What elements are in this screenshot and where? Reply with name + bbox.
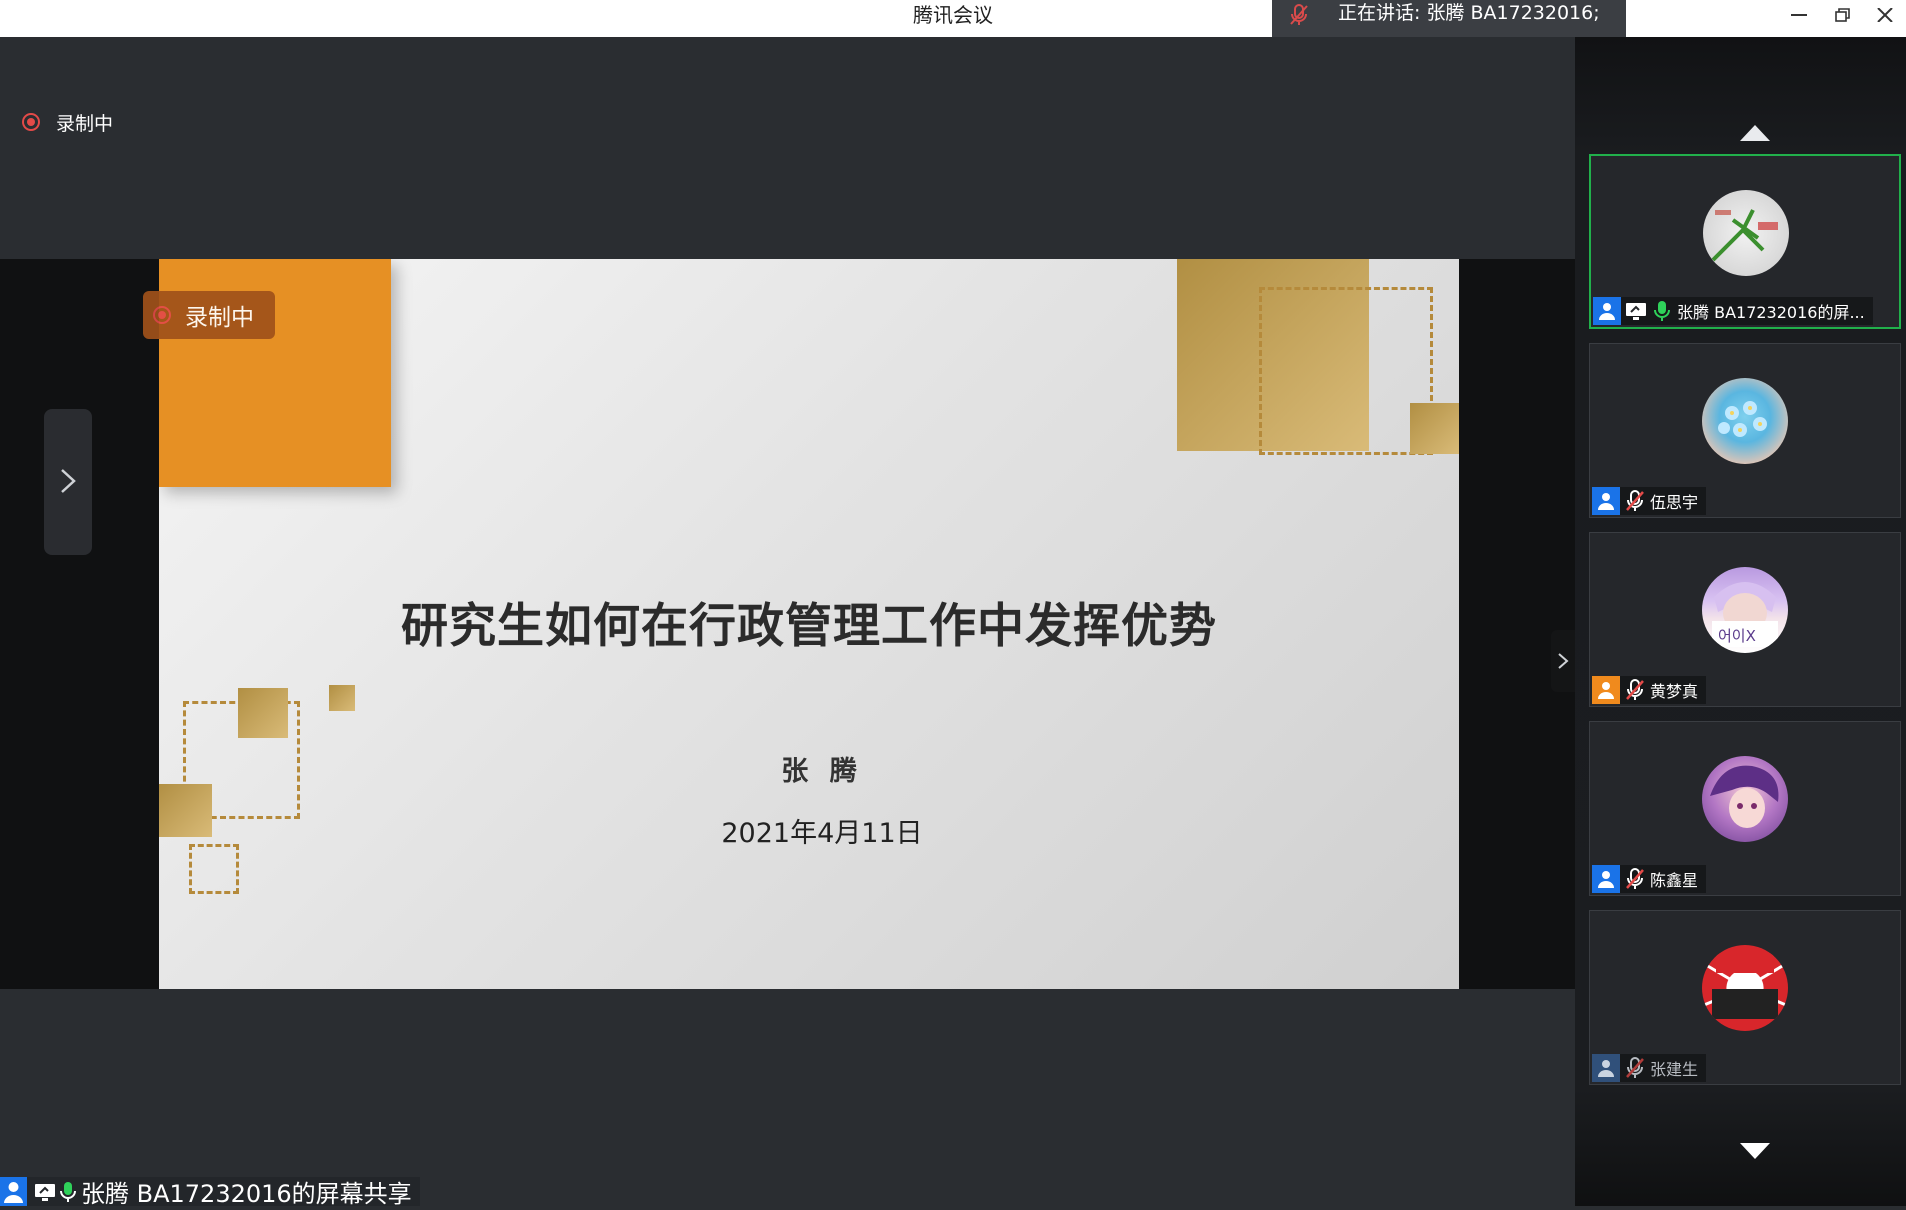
flowers-avatar	[1702, 378, 1788, 464]
scroll-up-icon[interactable]	[1740, 125, 1770, 143]
mic-icon	[1654, 301, 1670, 321]
expand-toolbar-button[interactable]	[44, 409, 92, 555]
user-badge	[1592, 865, 1620, 893]
participant-name-bar: 伍思宇	[1592, 487, 1707, 515]
scroll-down-icon[interactable]	[1740, 1143, 1770, 1161]
muted-mic-icon	[1290, 4, 1308, 25]
mic-icon	[60, 1181, 76, 1202]
slide-decoration-gold	[1410, 403, 1459, 454]
participant-panel: 张腾 BA17232016的屏... 伍思宇 어이X 黄梦真 陈鑫星 张建生	[1575, 37, 1906, 1206]
participant-tile[interactable]: 伍思宇	[1589, 343, 1901, 518]
muted-mic-icon	[1626, 868, 1644, 889]
participant-tile[interactable]: 张腾 BA17232016的屏...	[1589, 154, 1901, 329]
participant-tile[interactable]: 어이X 黄梦真	[1589, 532, 1901, 707]
slide-decoration-dashed	[189, 844, 239, 894]
user-icon	[1598, 682, 1614, 699]
close-icon	[1877, 8, 1893, 22]
slide-recording-label: 录制中	[185, 305, 254, 331]
record-icon	[153, 306, 171, 324]
user-icon	[1598, 1060, 1614, 1077]
slide-decoration-gold	[238, 688, 288, 738]
user-icon	[4, 1182, 23, 1203]
user-icon	[1598, 871, 1614, 888]
screen-share-icon	[35, 1183, 55, 1201]
main-stage: 录制中 研究生如何在行政管理工作中发挥优势 张 腾 2021年4月11日 录制中…	[0, 37, 1575, 1208]
sharer-name: 张腾 BA17232016的屏幕共享	[81, 1180, 412, 1208]
participant-name-bar: 陈鑫星	[1592, 865, 1707, 893]
speaking-text: 正在讲话: 张腾 BA17232016;	[1338, 2, 1600, 24]
mantis-avatar	[1703, 190, 1789, 276]
participant-name: 陈鑫星	[1650, 871, 1699, 890]
user-badge	[1592, 676, 1620, 704]
recording-indicator: 录制中	[22, 107, 113, 137]
shared-slide: 研究生如何在行政管理工作中发挥优势 张 腾 2021年4月11日	[159, 259, 1459, 989]
user-badge	[1592, 487, 1620, 515]
portrait-avatar: 어이X	[1702, 567, 1788, 653]
slide-date: 2021年4月11日	[721, 818, 923, 849]
participant-name: 黄梦真	[1650, 682, 1699, 701]
svg-text:어이X: 어이X	[1718, 627, 1756, 645]
close-button[interactable]	[1864, 0, 1906, 30]
slide-decoration-dashed	[1259, 287, 1433, 455]
participant-name-bar: 张腾 BA17232016的屏...	[1593, 297, 1873, 325]
user-badge	[1592, 1054, 1620, 1082]
sharer-name-badge: 张腾 BA17232016的屏幕共享	[0, 1177, 420, 1208]
user-icon	[1599, 303, 1615, 320]
minimize-icon	[1791, 14, 1807, 16]
speaking-indicator: 正在讲话: 张腾 BA17232016;	[1272, 0, 1626, 37]
chevron-right-icon	[1558, 653, 1569, 669]
restore-button[interactable]	[1822, 0, 1864, 30]
muted-mic-icon	[1626, 679, 1644, 700]
participant-name: 伍思宇	[1650, 493, 1699, 512]
participant-name: 张建生	[1650, 1060, 1699, 1079]
participant-name-bar: 张建生	[1592, 1054, 1707, 1082]
slide-decoration-gold	[159, 784, 212, 837]
record-icon	[22, 113, 40, 131]
muted-mic-icon	[1626, 490, 1644, 511]
slide-title: 研究生如何在行政管理工作中发挥优势	[401, 599, 1217, 654]
user-icon	[1598, 493, 1614, 510]
minimize-button[interactable]	[1778, 0, 1820, 30]
restore-icon	[1835, 8, 1850, 22]
anime-avatar	[1702, 756, 1788, 842]
chevron-right-icon	[61, 469, 76, 493]
title-bar: 腾讯会议 正在讲话: 张腾 BA17232016;	[0, 0, 1906, 37]
participant-name-bar: 黄梦真	[1592, 676, 1707, 704]
user-badge	[1593, 297, 1621, 325]
slide-decoration-gold	[329, 685, 355, 711]
slide-recording-badge: 录制中	[143, 291, 275, 339]
collapse-panel-button[interactable]	[1551, 630, 1575, 692]
user-badge	[0, 1177, 27, 1206]
screen-share-icon	[1626, 303, 1646, 320]
participant-tile[interactable]: 陈鑫星	[1589, 721, 1901, 896]
emblem-avatar	[1702, 945, 1788, 1031]
recording-label: 录制中	[56, 112, 114, 135]
muted-mic-icon	[1626, 1057, 1644, 1078]
slide-author: 张 腾	[781, 756, 863, 787]
participant-name: 张腾 BA17232016的屏...	[1677, 303, 1865, 322]
participant-tile[interactable]: 张建生	[1589, 910, 1901, 1085]
